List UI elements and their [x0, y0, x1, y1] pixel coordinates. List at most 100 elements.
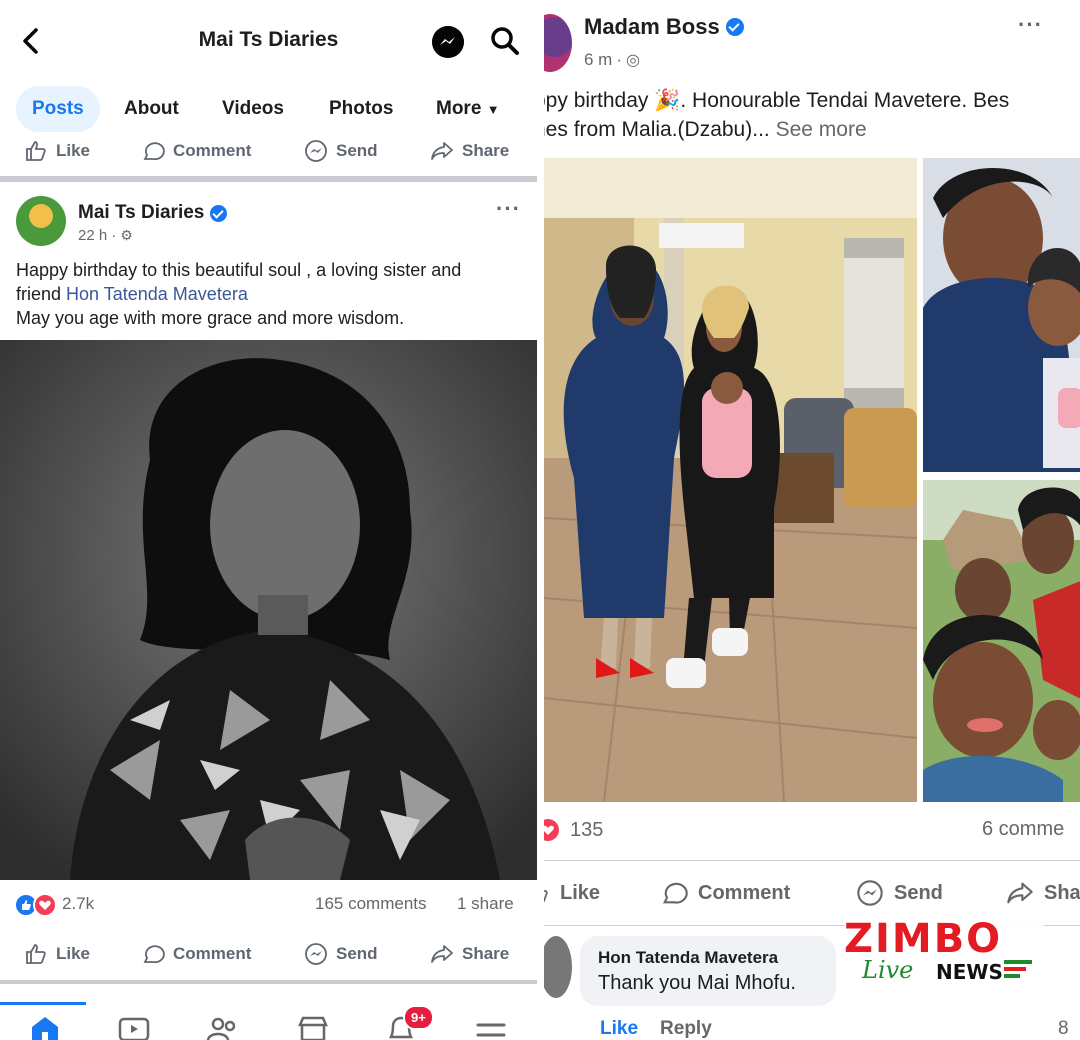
comment-text: Thank you Mai Mhofu.	[598, 972, 796, 994]
comment-like-link[interactable]: Like	[600, 1018, 638, 1040]
globe-icon: ◎	[626, 52, 640, 69]
post-photo-portrait[interactable]	[0, 340, 537, 880]
post-text-line-3: May you age with more grace and more wis…	[16, 308, 405, 328]
share-label: Share	[462, 141, 510, 160]
send-label: Send	[894, 881, 943, 904]
share-icon	[431, 945, 453, 963]
comment-author[interactable]: Hon Tatenda Mavetera	[598, 948, 818, 968]
comment-reply-link[interactable]: Reply	[660, 1018, 712, 1040]
post-text-prefix: friend	[16, 284, 62, 304]
comment-count[interactable]: 165 comments	[315, 894, 427, 914]
send-button[interactable]: Send	[304, 131, 378, 171]
post-timestamp: 22 h · ⚙	[78, 227, 133, 244]
menu-hamburger-icon[interactable]	[474, 1015, 508, 1040]
post-author[interactable]: Mai Ts Diaries	[78, 202, 228, 224]
comment-bubble: Hon Tatenda Mavetera Thank you Mai Mhofu…	[580, 936, 836, 1006]
watermark-stripes-icon	[1004, 960, 1032, 978]
caret-down-icon: ▼	[486, 102, 500, 117]
divider-line	[544, 860, 1080, 861]
messenger-send-icon	[305, 943, 327, 965]
reaction-summary: 2.7k 165 comments 1 share	[0, 890, 537, 920]
bottom-navigation: 9+	[0, 1002, 537, 1040]
comment-icon	[143, 945, 165, 964]
active-tab-indicator	[0, 1002, 86, 1005]
send-button[interactable]: Send	[304, 934, 378, 974]
share-button[interactable]: Share	[430, 934, 509, 974]
share-icon	[1007, 882, 1033, 904]
love-reaction-icon	[544, 819, 559, 841]
verified-badge-icon	[725, 18, 744, 36]
post-text: Happy birthday to this beautiful soul , …	[16, 258, 526, 330]
avatar[interactable]	[544, 14, 572, 72]
avatar[interactable]	[16, 196, 66, 246]
like-button[interactable]: Like	[24, 131, 90, 171]
post-text-body: hes from Malia.(Dzabu)...	[544, 118, 770, 141]
profile-tabs: Posts About Videos Photos More ▼	[0, 86, 537, 132]
watermark-live: Live	[862, 956, 914, 984]
reaction-count[interactable]: 2.7k	[62, 894, 94, 914]
share-label: Share	[462, 944, 510, 963]
feed-separator	[0, 176, 537, 182]
post-time: 22 h	[78, 227, 108, 244]
like-button[interactable]: Like	[24, 934, 90, 974]
comment-icon	[662, 882, 688, 904]
tagged-user-link[interactable]: Hon Tatenda Mavetera	[66, 284, 248, 304]
comment-count[interactable]: 6 comme	[982, 818, 1064, 841]
dot-separator: ·	[616, 50, 623, 69]
video-icon[interactable]	[117, 1015, 151, 1040]
reaction-summary[interactable]: 135	[544, 818, 603, 842]
post-photo-main[interactable]	[544, 158, 917, 802]
more-options-icon[interactable]: ···	[496, 196, 521, 222]
tab-photos[interactable]: Photos	[329, 86, 393, 132]
comment-label: Comment	[698, 881, 791, 904]
watermark-news: NEWS	[936, 960, 1003, 984]
panel-divider	[537, 0, 544, 1040]
search-icon[interactable]	[490, 26, 520, 56]
send-button[interactable]: Send	[856, 875, 943, 911]
comment-label: Comment	[173, 141, 252, 160]
see-more-link[interactable]: See more	[776, 118, 867, 141]
tab-more-label: More	[436, 98, 482, 119]
post-actions: Like Comment Send Share	[0, 934, 537, 974]
comment-reaction-count[interactable]: 8	[1058, 1018, 1069, 1040]
dot-separator: ·	[111, 227, 117, 244]
group-selfie-illustration	[923, 480, 1080, 802]
share-button[interactable]: Share	[430, 131, 509, 171]
share-count[interactable]: 1 share	[457, 894, 514, 914]
post-text: ppy birthday 🎉. Honourable Tendai Mavete…	[544, 86, 1080, 144]
comment-button[interactable]: Comment	[141, 131, 251, 171]
more-options-icon[interactable]: ···	[1018, 12, 1043, 38]
post-time: 6 m	[584, 50, 613, 69]
post-photo-selfie-1[interactable]	[923, 158, 1080, 472]
share-icon	[431, 142, 453, 160]
comment-button[interactable]: Comment	[660, 875, 790, 911]
right-screenshot: Madam Boss 6 m · ◎ ··· ppy birthday 🎉. H…	[544, 0, 1080, 1040]
tab-about[interactable]: About	[124, 86, 179, 132]
like-button[interactable]: Like	[544, 875, 600, 911]
comment-button[interactable]: Comment	[141, 934, 251, 974]
like-love-reaction-icon[interactable]	[14, 893, 58, 917]
messenger-icon[interactable]	[432, 26, 464, 58]
post-author[interactable]: Madam Boss	[584, 14, 744, 40]
home-icon[interactable]	[28, 1015, 62, 1040]
settings-gear-icon: ⚙	[120, 227, 133, 243]
top-bar: Mai Ts Diaries	[0, 0, 537, 82]
marketplace-icon[interactable]	[296, 1015, 330, 1040]
tab-more[interactable]: More ▼	[436, 86, 500, 132]
like-label: Like	[560, 881, 601, 904]
post-photo-selfie-2[interactable]	[923, 480, 1080, 802]
post-text-line-2: hes from Malia.(Dzabu)... See more	[544, 115, 1080, 144]
share-button[interactable]: Sha	[1006, 875, 1080, 911]
reaction-count: 135	[570, 818, 604, 841]
thumbs-up-icon	[544, 890, 548, 903]
post-author-name: Madam Boss	[584, 14, 720, 39]
tab-posts[interactable]: Posts	[16, 86, 100, 132]
comment-avatar[interactable]	[544, 936, 572, 998]
friends-icon[interactable]	[206, 1015, 240, 1040]
zimbo-live-news-watermark: ZIMBO Live NEWS	[844, 916, 1044, 992]
feed-separator	[0, 980, 537, 984]
messenger-send-icon	[857, 880, 883, 906]
tab-videos[interactable]: Videos	[222, 86, 284, 132]
thumbs-up-icon	[26, 944, 46, 964]
post-text-line-1: ppy birthday 🎉. Honourable Tendai Mavete…	[544, 89, 1010, 112]
